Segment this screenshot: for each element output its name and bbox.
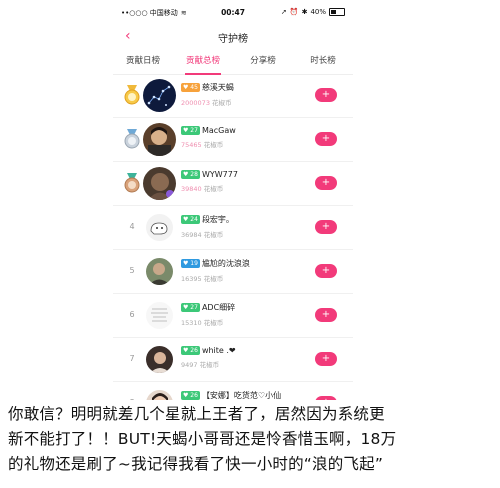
location-icon: ➚: [280, 8, 287, 16]
avatar[interactable]: [146, 214, 173, 241]
coin-unit: 花椒币: [203, 275, 224, 283]
tab-daily-contribution[interactable]: 贡献日榜: [113, 52, 173, 74]
follow-button[interactable]: +: [315, 220, 337, 234]
user-name: ADC细碎: [201, 303, 236, 312]
coin-amount: 36984: [181, 231, 202, 239]
tab-share[interactable]: 分享榜: [233, 52, 293, 74]
user-name: WYW777: [201, 170, 238, 179]
level-badge: ♥ 26: [181, 346, 200, 355]
avatar[interactable]: [146, 390, 173, 400]
list-item[interactable]: ♥ 28 WYW777 39840 花椒币 +: [113, 162, 353, 206]
bronze-medal-icon: [124, 173, 140, 193]
level-badge: ♥ 27: [181, 303, 200, 312]
coin-amount: 75465: [181, 141, 202, 149]
list-item[interactable]: ♥ 45 慈溪天蝎 2000073 花椒币 +: [113, 74, 353, 118]
follow-button[interactable]: +: [315, 88, 337, 102]
avatar[interactable]: [146, 302, 173, 329]
status-bar: ••○○○ 中国移动 ≋ 00:47 ➚ ⏰ ✱ 40%: [113, 8, 353, 20]
list-item[interactable]: ♥ 27 MacGaw 75465 花椒币 +: [113, 118, 353, 162]
page-title: 守护榜: [218, 34, 248, 45]
avatar[interactable]: [143, 167, 176, 200]
tab-total-contribution[interactable]: 贡献总榜: [173, 52, 233, 75]
coin-amount: 15310: [181, 319, 202, 327]
tab-bar: 贡献日榜 贡献总榜 分享榜 时长榜: [113, 52, 353, 75]
user-name: MacGaw: [201, 126, 236, 135]
coin-unit: 花椒币: [199, 361, 220, 369]
user-name: 【安娜】吃货范♡小仙: [201, 391, 282, 400]
caption-line: 你敢信？明明就差几个星就上王者了，居然因为系统更: [8, 405, 385, 423]
rank-number: 5: [129, 266, 135, 275]
coin-unit: 花椒币: [203, 141, 224, 149]
level-badge: ♥ 27: [181, 126, 200, 135]
list-item[interactable]: 5 ♥ 19 尴尬的沈浪浪 16395 花椒币 +: [113, 250, 353, 294]
nav-bar: ‹ 守护榜: [113, 26, 353, 48]
coin-amount: 9497: [181, 361, 198, 369]
rank-number: 4: [129, 222, 135, 231]
tab-duration[interactable]: 时长榜: [293, 52, 353, 74]
follow-button[interactable]: +: [315, 396, 337, 400]
coin-unit: 花椒币: [203, 231, 224, 239]
level-badge: ♥ 19: [181, 259, 200, 268]
list-item[interactable]: 4 ♥ 24 段宏宇。 36984 花椒币 +: [113, 206, 353, 250]
follow-button[interactable]: +: [315, 264, 337, 278]
avatar[interactable]: [143, 123, 176, 156]
silver-medal-icon: [124, 129, 140, 149]
caption-line: 新不能打了！！BUT!天蝎小哥哥还是怜香惜玉啊，18万: [8, 430, 397, 448]
avatar[interactable]: [146, 258, 173, 285]
user-name: white .❤: [201, 346, 236, 355]
list-item[interactable]: 8 ♥ 26 【安娜】吃货范♡小仙 +: [113, 382, 353, 400]
rank-number: 8: [123, 393, 141, 400]
avatar[interactable]: [146, 346, 173, 373]
coin-unit: 花椒币: [203, 319, 224, 327]
rank-number: 6: [129, 310, 135, 319]
rank-number: 7: [129, 354, 135, 363]
follow-button[interactable]: +: [315, 308, 337, 322]
user-name: 慈溪天蝎: [201, 83, 234, 92]
gold-medal-icon: [124, 85, 140, 105]
follow-button[interactable]: +: [315, 176, 337, 190]
list-item[interactable]: 7 ♥ 26 white .❤ 9497 花椒币 +: [113, 338, 353, 382]
level-badge: ♥ 45: [181, 83, 200, 92]
ranking-list: ♥ 45 慈溪天蝎 2000073 花椒币 + ♥ 27 MacGaw 7546…: [113, 74, 353, 400]
follow-button[interactable]: +: [315, 352, 337, 366]
level-badge: ♥ 28: [181, 170, 200, 179]
battery-icon: [329, 8, 345, 16]
coin-amount: 16395: [181, 275, 202, 283]
battery-percent: 40%: [310, 8, 326, 16]
list-item[interactable]: 6 ♥ 27 ADC细碎 15310 花椒币 +: [113, 294, 353, 338]
user-name: 尴尬的沈浪浪: [201, 259, 250, 268]
avatar[interactable]: [143, 79, 176, 112]
user-name: 段宏宇。: [201, 215, 234, 224]
coin-amount: 2000073: [181, 99, 210, 107]
caption-text: 你敢信？明明就差几个星就上王者了，居然因为系统更 新不能打了！！BUT!天蝎小哥…: [8, 402, 494, 477]
coin-amount: 39840: [181, 185, 202, 193]
coin-unit: 花椒币: [212, 99, 232, 107]
follow-button[interactable]: +: [315, 132, 337, 146]
caption-line: 的礼物还是刷了~我记得我看了快一小时的“浪的飞起”: [8, 455, 384, 473]
coin-unit: 花椒币: [203, 185, 224, 193]
level-badge: ♥ 24: [181, 215, 200, 224]
alarm-icon: ⏰: [289, 8, 299, 16]
bluetooth-icon: ✱: [301, 8, 308, 16]
level-badge: ♥ 26: [181, 391, 200, 400]
phone-screen: ••○○○ 中国移动 ≋ 00:47 ➚ ⏰ ✱ 40% ‹ 守护榜 贡献日榜 …: [113, 0, 353, 400]
